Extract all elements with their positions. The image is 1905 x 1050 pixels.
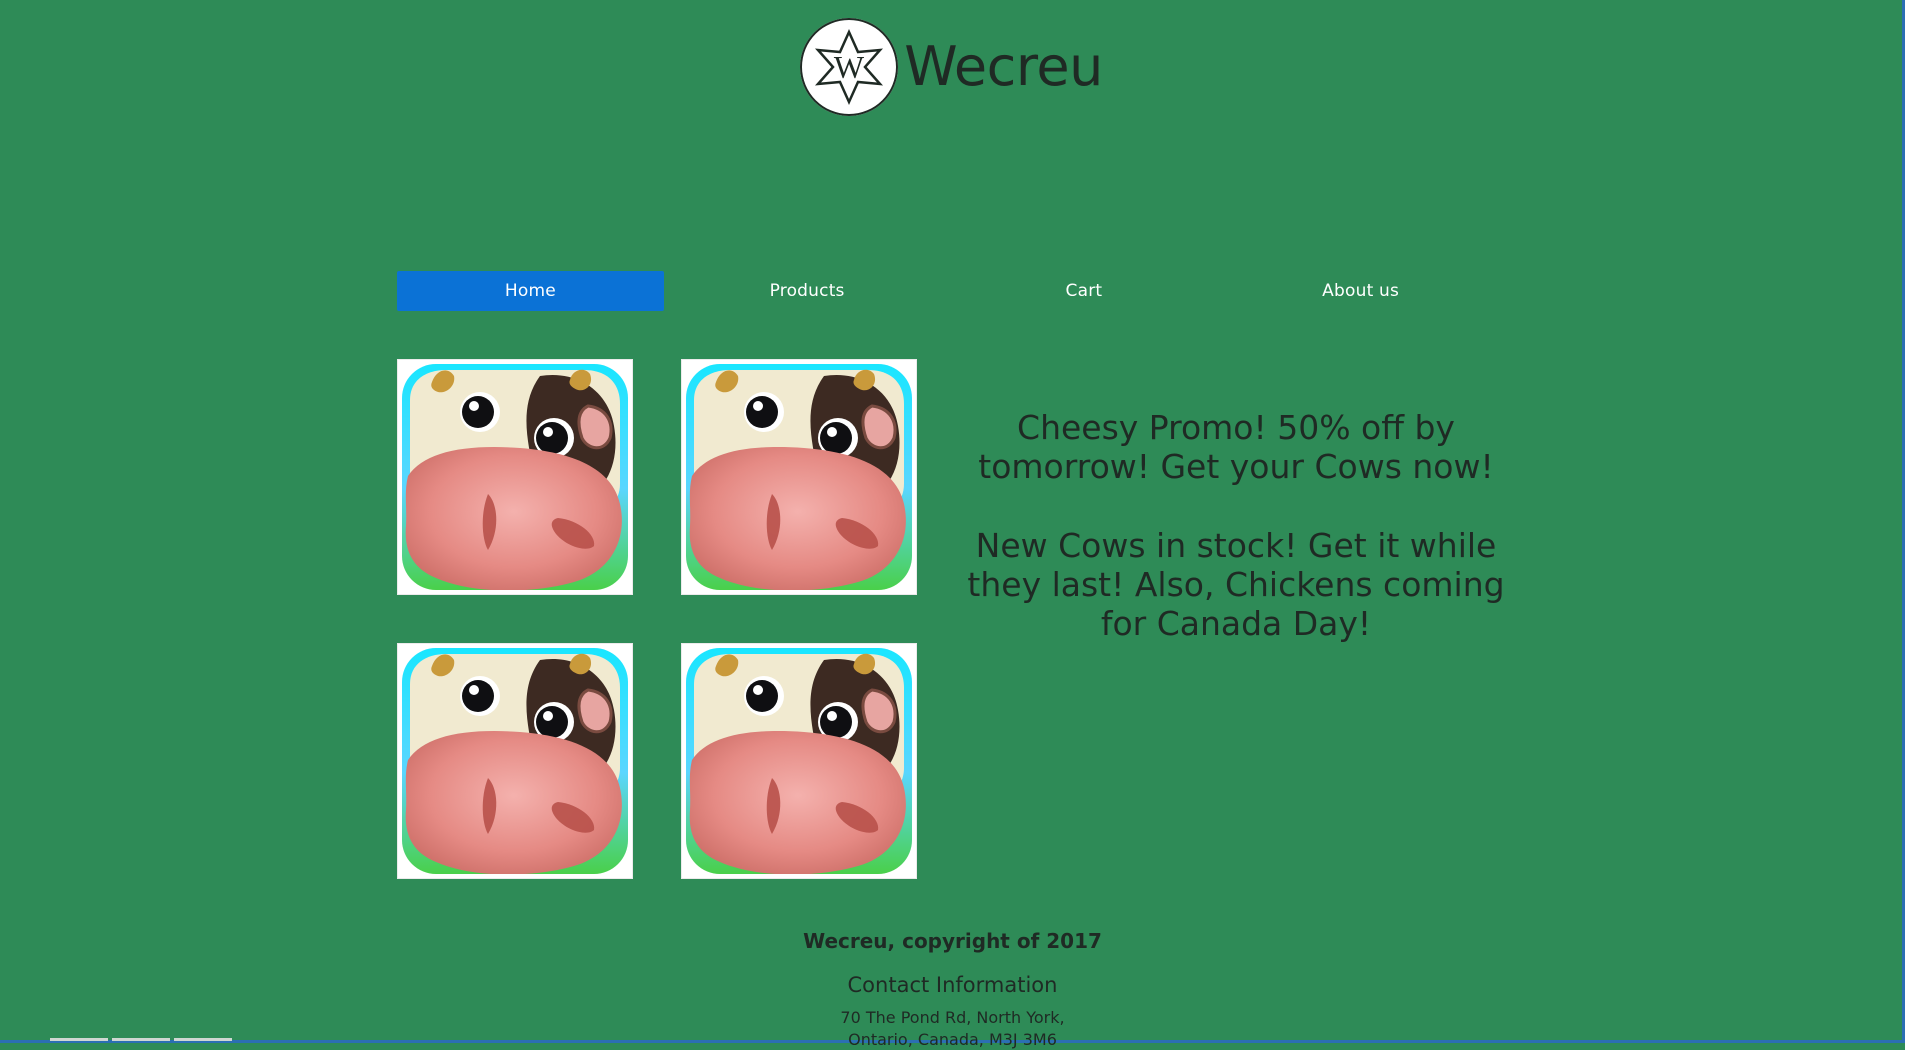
product-tile[interactable] (397, 643, 633, 879)
product-tile[interactable] (397, 359, 633, 595)
product-tile[interactable] (681, 359, 917, 595)
logo[interactable]: W (800, 18, 899, 116)
site-footer: Wecreu, copyright of 2017 Contact Inform… (0, 929, 1905, 1050)
nav-cart[interactable]: Cart (951, 271, 1218, 311)
brand[interactable]: W Wecreu (800, 18, 1103, 116)
product-tile[interactable] (681, 643, 917, 879)
footer-address-line-1: 70 The Pond Rd, North York, (840, 1008, 1065, 1027)
promo-panel: Cheesy Promo! 50% off by tomorrow! Get y… (946, 408, 1526, 684)
logo-letter: W (834, 49, 865, 85)
site-title: Wecreu (904, 35, 1103, 98)
footer-contact-title: Contact Information (847, 973, 1058, 997)
nav-home[interactable]: Home (397, 271, 664, 311)
footer-address-line-2: Ontario, Canada, M3J 3M6 (848, 1029, 1057, 1049)
cow-face-icon (402, 648, 628, 874)
footer-copyright: Wecreu, copyright of 2017 (803, 929, 1102, 953)
cow-face-icon (686, 648, 912, 874)
cow-face-icon (402, 364, 628, 590)
nav-products[interactable]: Products (674, 271, 941, 311)
promo-text-1: Cheesy Promo! 50% off by tomorrow! Get y… (978, 408, 1494, 486)
site-header: W Wecreu (0, 16, 1905, 118)
main-nav: Home Products Cart About us (397, 271, 1494, 311)
footer-address: 70 The Pond Rd, North York, Ontario, Can… (0, 1007, 1905, 1050)
star-logo-icon: W (815, 28, 884, 106)
nav-about[interactable]: About us (1227, 271, 1494, 311)
promo-text-2: New Cows in stock! Get it while they las… (967, 525, 1505, 643)
cow-face-icon (686, 364, 912, 590)
product-grid (397, 359, 917, 879)
